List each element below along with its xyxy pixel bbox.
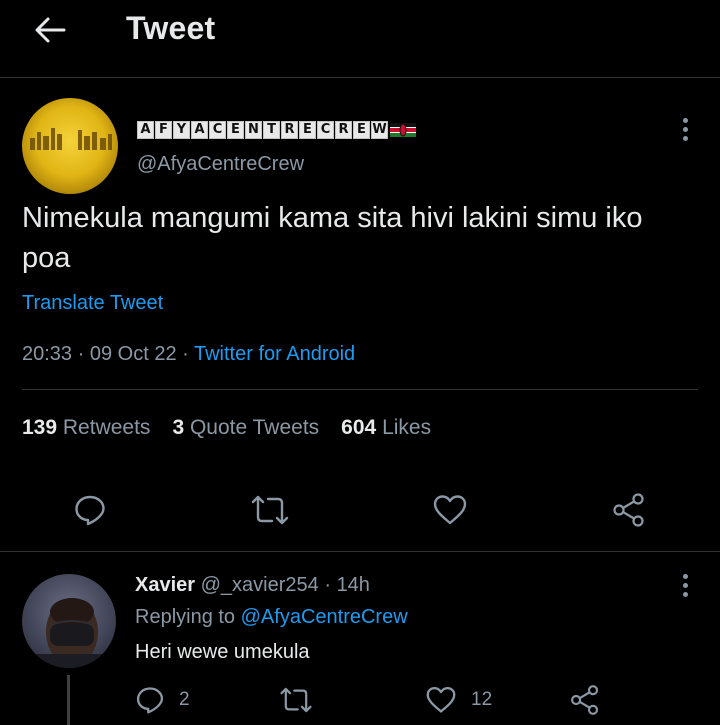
tweet-meta: 20:33 · 09 Oct 22 · Twitter for Android	[22, 343, 356, 365]
author-display-name[interactable]: AFYACENTRECREW	[137, 120, 416, 140]
display-name-letter: T	[263, 121, 280, 139]
display-name-letter: N	[245, 121, 262, 139]
display-name-letter: A	[191, 121, 208, 139]
display-name-letter: E	[353, 121, 370, 139]
display-name-letter: E	[299, 121, 316, 139]
display-name-letter: R	[281, 121, 298, 139]
replying-to: Replying to @AfyaCentreCrew	[135, 606, 408, 628]
reply-author-name[interactable]: Xavier	[135, 574, 195, 596]
display-name-letter: A	[137, 121, 154, 139]
reply-reply-button[interactable]: 2	[135, 682, 190, 718]
reply-share-button[interactable]	[569, 682, 601, 718]
display-name-letter: Y	[173, 121, 190, 139]
share-icon	[571, 685, 599, 715]
reply-like-button[interactable]: 12	[425, 682, 492, 718]
quote-tweets-stat[interactable]: 3 Quote Tweets	[172, 416, 319, 440]
reply-more-options-button[interactable]	[670, 570, 700, 600]
more-icon	[682, 573, 688, 579]
back-button[interactable]	[30, 12, 70, 48]
retweet-icon	[280, 687, 312, 713]
tweet-time: 20:33	[22, 343, 73, 365]
reply-icon	[75, 495, 105, 526]
retweet-button[interactable]	[248, 488, 292, 532]
arrow-left-icon	[35, 17, 66, 43]
share-button[interactable]	[607, 488, 651, 532]
more-icon	[682, 117, 688, 123]
display-name-letter: F	[155, 121, 172, 139]
display-name-letter: C	[317, 121, 334, 139]
translate-tweet-link[interactable]: Translate Tweet	[22, 292, 163, 315]
tweet-actions	[0, 488, 720, 538]
tweet-stats: 139 Retweets 3 Quote Tweets 604 Likes	[22, 416, 431, 440]
likes-stat[interactable]: 604 Likes	[341, 416, 431, 440]
reply-reply-count: 2	[179, 689, 190, 710]
tweet-text: Nimekula mangumi kama sita hivi lakini s…	[22, 202, 643, 274]
top-bar: Tweet	[0, 0, 720, 78]
reply-time: 14h	[336, 574, 370, 596]
reply-icon	[136, 687, 164, 714]
author-handle[interactable]: @AfyaCentreCrew	[137, 153, 304, 176]
retweets-stat[interactable]: 139 Retweets	[22, 416, 150, 440]
kenya-flag-icon	[390, 123, 416, 137]
reply-retweet-button[interactable]	[279, 682, 313, 718]
display-name-letters: AFYACENTRECREW	[137, 121, 389, 139]
display-name-letter: E	[227, 121, 244, 139]
reply-text: Heri wewe umekula	[135, 641, 310, 663]
divider	[22, 389, 698, 390]
thread-line	[67, 675, 70, 725]
heart-icon	[426, 686, 456, 713]
share-icon	[613, 493, 644, 527]
reply-like-count: 12	[471, 689, 493, 710]
page-title: Tweet	[126, 10, 216, 46]
tweet-date: 09 Oct 22	[89, 343, 177, 365]
reply-button[interactable]	[68, 488, 112, 532]
retweet-icon	[251, 495, 289, 525]
more-options-button[interactable]	[670, 114, 700, 144]
heart-icon	[433, 495, 467, 525]
display-name-letter: R	[335, 121, 352, 139]
replying-to-mention[interactable]: @AfyaCentreCrew	[241, 606, 408, 628]
reply-author-handle[interactable]: @_xavier254	[201, 574, 319, 596]
reply-author-avatar[interactable]	[22, 574, 116, 668]
display-name-letter: C	[209, 121, 226, 139]
author-avatar[interactable]	[22, 98, 118, 194]
tweet-source-link[interactable]: Twitter for Android	[194, 343, 355, 365]
display-name-letter: W	[371, 121, 388, 139]
reply-header: Xavier @_xavier254 · 14h	[135, 574, 370, 596]
like-button[interactable]	[428, 488, 472, 532]
reply-tweet[interactable]: Xavier @_xavier254 · 14h Replying to @Af…	[0, 552, 720, 725]
